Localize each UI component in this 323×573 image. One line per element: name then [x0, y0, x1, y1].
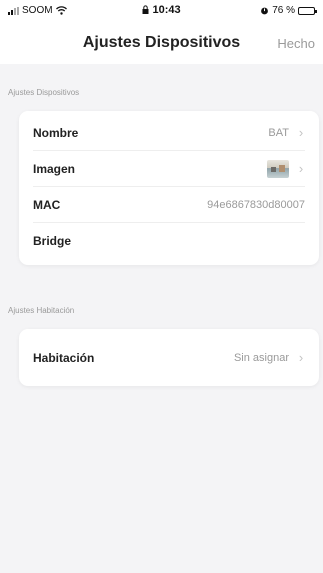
room-row[interactable]: Habitación Sin asignar › [33, 329, 305, 386]
chevron-right-icon: › [298, 350, 304, 365]
lock-icon [142, 5, 149, 14]
device-image-thumbnail [267, 159, 289, 178]
time-label: 10:43 [152, 4, 181, 16]
image-row[interactable]: Imagen › [33, 151, 305, 187]
room-settings-card: Habitación Sin asignar › [19, 329, 319, 386]
header-area: SOOM 10:43 76 % Ajustes Dispositivos Hec… [0, 0, 323, 64]
battery-percent: 76 % [272, 5, 295, 16]
battery-icon [298, 6, 317, 15]
mac-row: MAC 94e6867830d80007 [33, 187, 305, 223]
status-right: 76 % [260, 5, 317, 16]
alarm-icon [261, 7, 269, 15]
room-value: Sin asignar [233, 351, 289, 364]
bridge-label: Bridge [33, 234, 72, 248]
name-row[interactable]: Nombre BAT › [33, 115, 305, 151]
name-value: BAT [268, 126, 289, 139]
mac-label: MAC [33, 197, 61, 212]
device-section-header: Ajustes Dispositivos [8, 88, 80, 97]
status-bar: SOOM 10:43 76 % [0, 0, 323, 22]
chevron-right-icon: › [298, 125, 304, 140]
navigation-bar: Ajustes Dispositivos Hecho [0, 22, 323, 64]
done-button[interactable]: Hecho [277, 36, 315, 51]
device-settings-card: Nombre BAT › Imagen › MAC 94e6867830d800… [19, 111, 319, 265]
mac-value: 94e6867830d80007 [207, 198, 305, 211]
page-title: Ajustes Dispositivos [82, 34, 241, 51]
name-label: Nombre [33, 125, 79, 140]
room-section-header: Ajustes Habitación [8, 306, 75, 315]
chevron-right-icon: › [298, 161, 304, 176]
bridge-row: Bridge [33, 223, 305, 259]
room-label: Habitación [33, 350, 95, 365]
image-label: Imagen [33, 161, 76, 176]
